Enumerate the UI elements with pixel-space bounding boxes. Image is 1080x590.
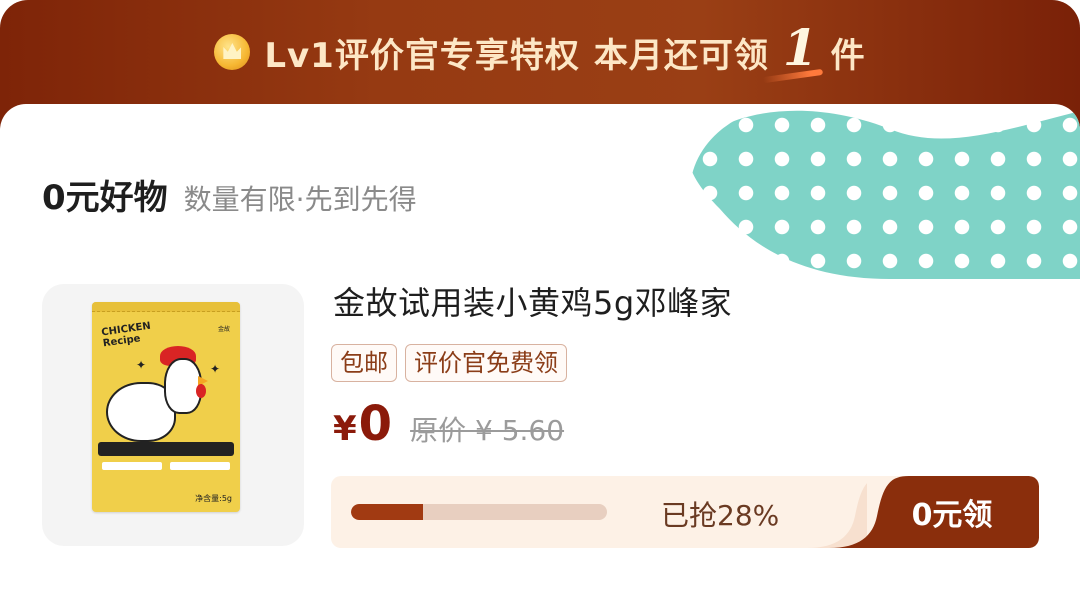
count-unit: 件: [830, 35, 866, 76]
product-name[interactable]: 金故试用装小黄鸡5g邓峰家: [333, 278, 732, 324]
product-image[interactable]: CHICKEN Recipe 金故 ✦ ✦ 净含量:5g: [42, 284, 304, 546]
free-goods-card: 0元好物 数量有限·先到先得 CHICKEN Recipe 金故 ✦ ✦ 净含量:…: [0, 104, 1080, 590]
section-header: 0元好物 数量有限·先到先得: [42, 170, 417, 219]
tag-reviewer-free: 评价官免费领: [405, 344, 567, 382]
progress-text: 已抢28%: [661, 499, 780, 532]
level-text: Lv1评价官专享特权: [264, 35, 580, 76]
crown-icon: [214, 34, 251, 70]
product-package: CHICKEN Recipe 金故 ✦ ✦ 净含量:5g: [92, 302, 240, 512]
section-subtitle: 数量有限·先到先得: [183, 183, 417, 216]
original-price: 原价 ¥ 5.60: [410, 414, 565, 447]
claim-panel: 已抢28% 0元领: [331, 476, 1039, 548]
progress-fill: [351, 504, 423, 520]
price-value: 0: [358, 396, 393, 452]
price-row: ¥ 0 原价 ¥ 5.60: [333, 396, 564, 452]
package-brand: CHICKEN Recipe: [100, 320, 152, 350]
package-logo: 金故: [217, 326, 230, 333]
progress-bar: [351, 504, 607, 520]
package-net-weight: 净含量:5g: [195, 494, 232, 503]
product-tags: 包邮 评价官免费领: [331, 344, 567, 382]
decorative-dots: [690, 104, 1080, 279]
price-currency: ¥: [333, 409, 357, 449]
privilege-banner: Lv1评价官专享特权 本月还可领 1 件: [0, 22, 1080, 82]
section-title: 0元好物: [42, 178, 168, 218]
monthly-text: 本月还可领: [593, 35, 769, 76]
remaining-count: 1: [782, 18, 819, 77]
tag-free-shipping: 包邮: [331, 344, 397, 382]
